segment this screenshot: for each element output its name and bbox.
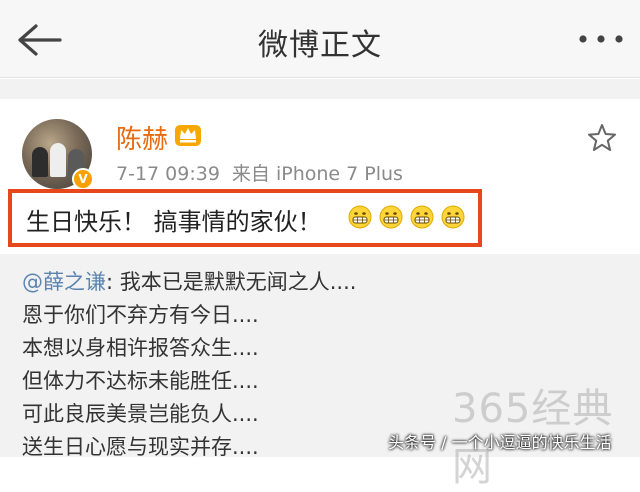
post-text: 生日快乐！ 搞事情的家伙！ [26,208,322,236]
repost-line: 但体力不达标未能胜任.... [22,369,259,393]
repost-line: @薛之谦: 我本已是默默无闻之人.... [22,266,356,296]
username[interactable]: 陈赫 [116,119,168,156]
section-gap [0,79,640,99]
emoji-group [348,205,467,233]
mention-link[interactable]: @薛之谦 [22,270,106,294]
repost-line-text: : 我本已是默默无闻之人.... [106,270,357,294]
grin-emoji-icon [441,205,465,229]
post-meta: 7-17 09:39 来自 iPhone 7 Plus [116,159,403,186]
more-dots-icon[interactable] [578,32,624,46]
crown-icon[interactable] [174,121,202,147]
grin-emoji-icon [379,205,403,229]
avatar-figure [50,143,66,177]
repost-line: 本想以身相许报答众生.... [22,336,259,360]
star-icon[interactable] [586,122,618,154]
avatar-figure [32,147,48,177]
attribution-caption: 头条号 / 一个小逗逼的快乐生活 [388,433,612,452]
repost-line: 恩于你们不弃方有今日.... [22,303,259,327]
page-title: 微博正文 [258,28,382,63]
verified-badge: V [72,168,94,190]
repost-line: 可此良辰美景岂能负人.... [22,402,259,426]
post-time: 7-17 09:39 [116,163,220,185]
grin-emoji-icon [410,205,434,229]
grin-emoji-icon [348,205,372,229]
post-source: 来自 iPhone 7 Plus [231,163,403,185]
highlight-box: 生日快乐！ 搞事情的家伙！ [8,189,482,247]
top-nav-bar: 微博正文 [0,0,640,78]
